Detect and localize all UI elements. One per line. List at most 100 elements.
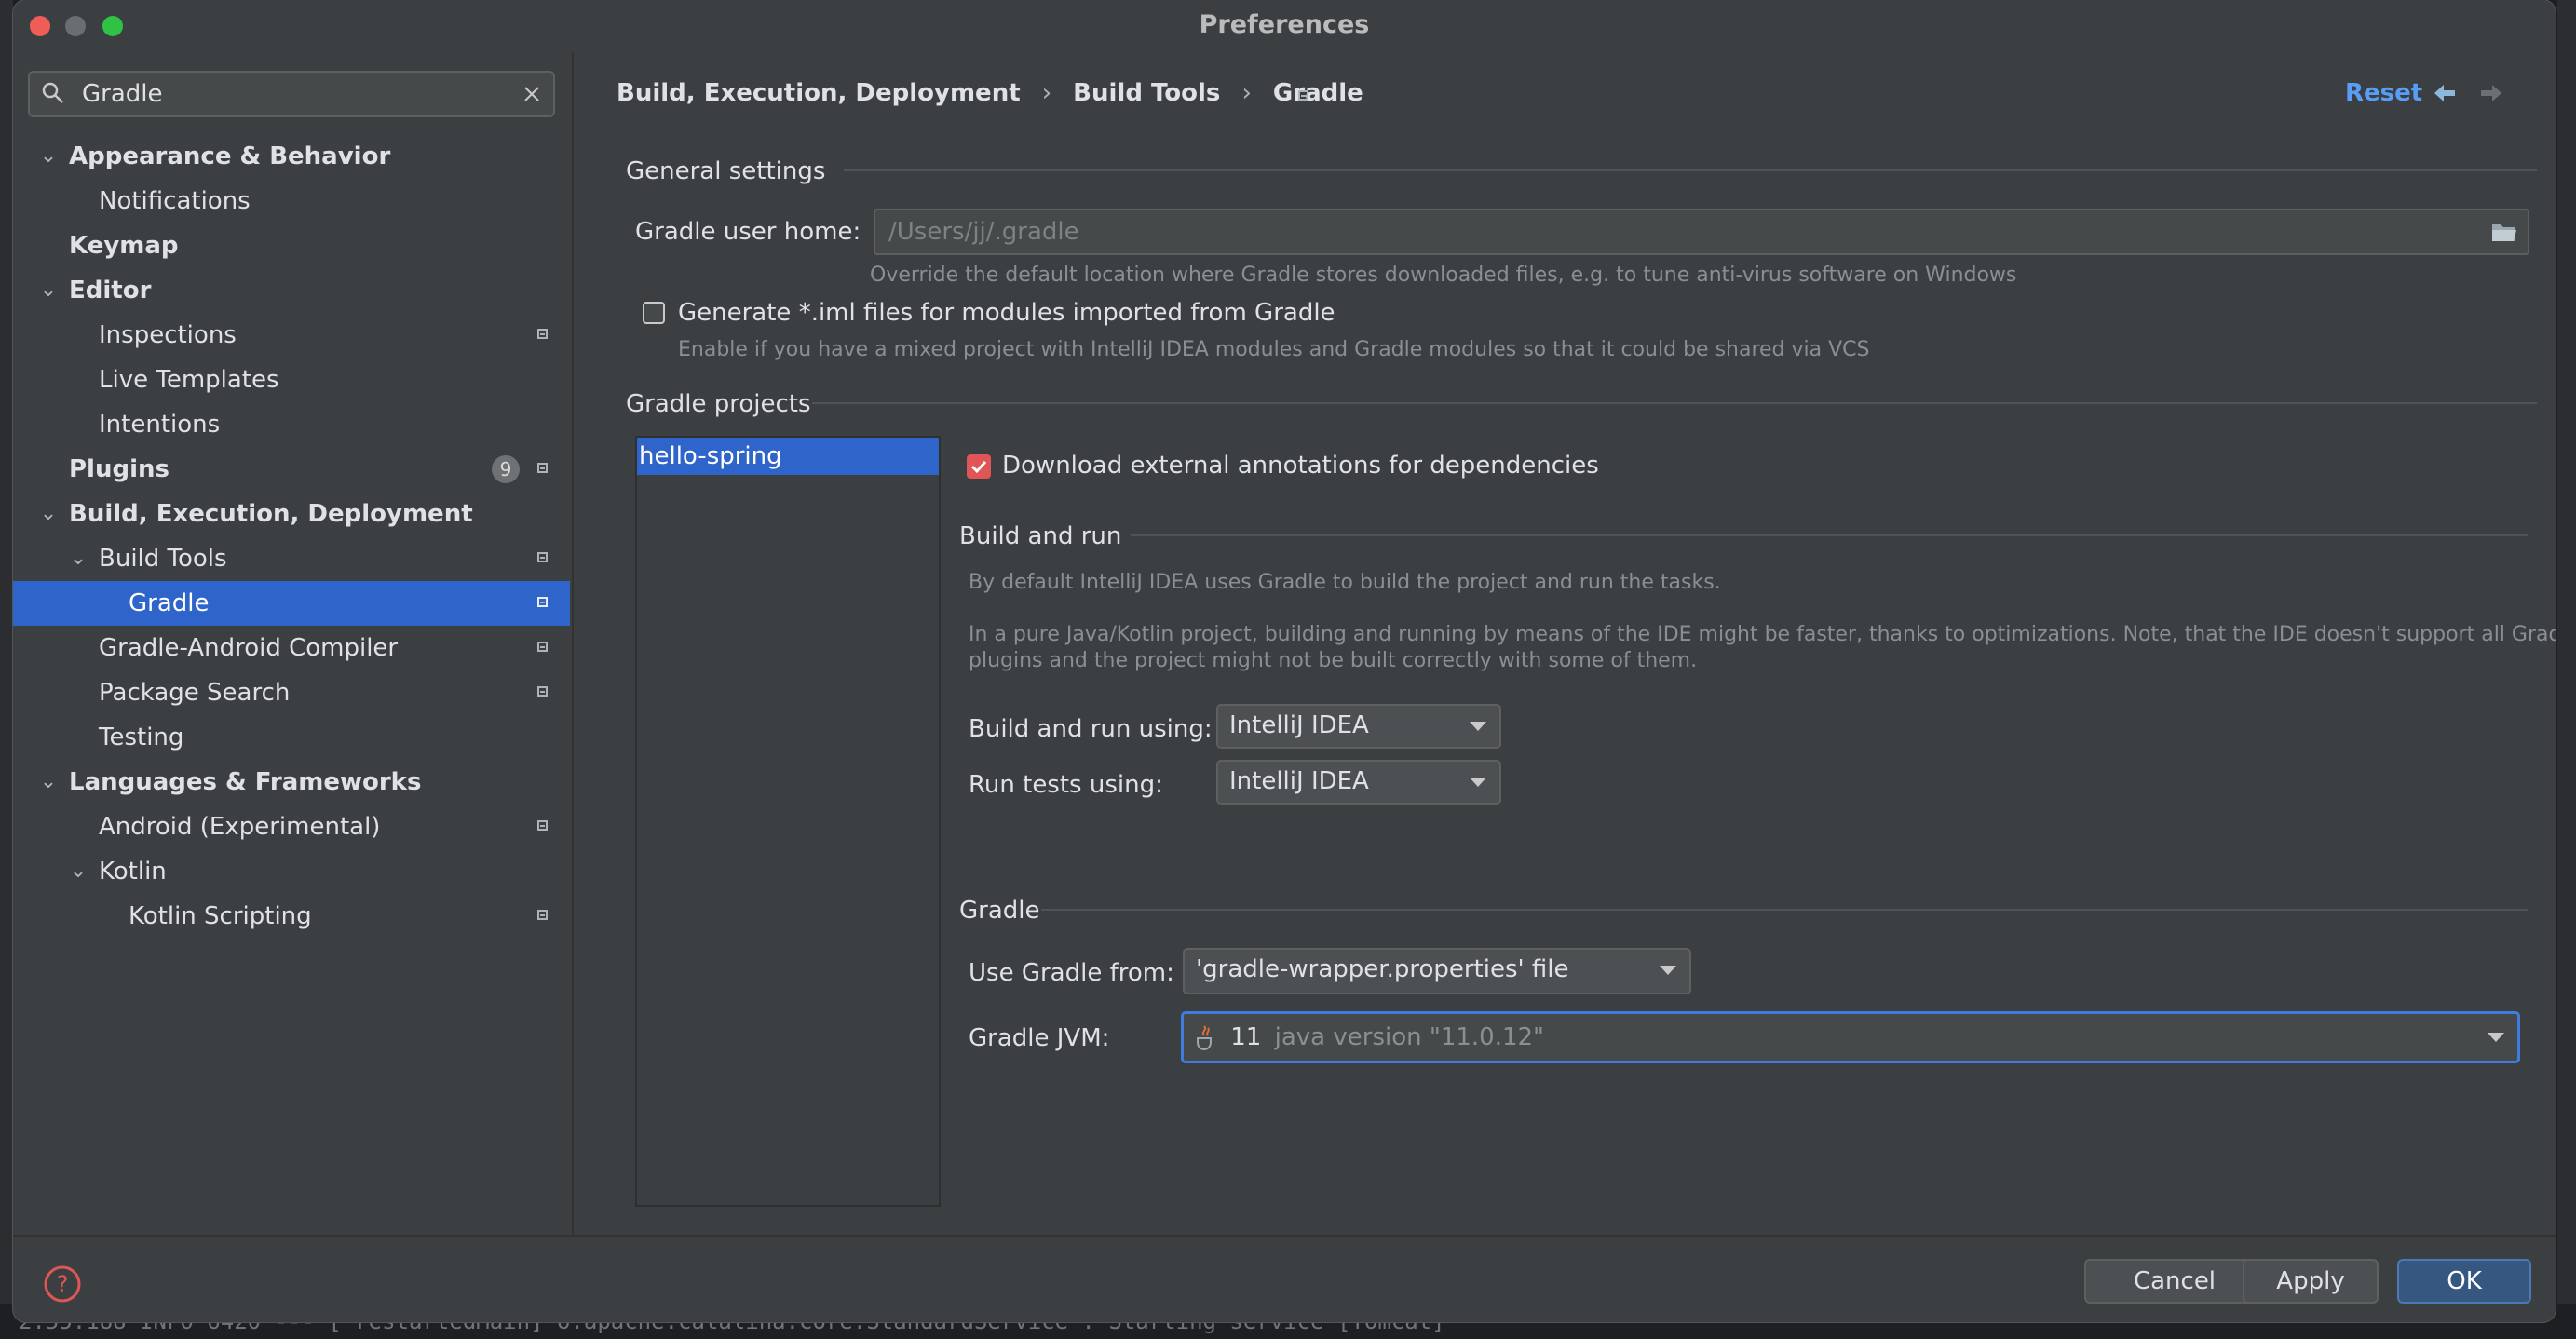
gradle-jvm-select[interactable]: 11 java version "11.0.12" <box>1181 1011 2520 1063</box>
gradle-jvm-detail: java version "11.0.12" <box>1274 1023 1545 1051</box>
project-level-icon <box>537 686 548 697</box>
gradle-jvm-version: 11 <box>1230 1023 1262 1051</box>
breadcrumb-item: Gradle <box>1272 79 1363 107</box>
cancel-button[interactable]: Cancel <box>2084 1259 2265 1304</box>
chevron-down-icon: ⌄ <box>39 278 58 302</box>
download-annotations-label: Download external annotations for depend… <box>1002 452 1599 480</box>
project-name: hello-spring <box>639 442 782 470</box>
use-gradle-from-select[interactable]: 'gradle-wrapper.properties' file <box>1183 948 1691 994</box>
help-icon[interactable]: ? <box>43 1265 82 1304</box>
chevron-down-icon: ⌄ <box>39 144 58 168</box>
clear-search-icon[interactable] <box>523 86 540 102</box>
tree-item-editor[interactable]: ⌄ Editor <box>13 268 570 313</box>
chevron-down-icon: ⌄ <box>69 859 88 883</box>
tree-item-label: Gradle <box>129 589 210 617</box>
breadcrumb-separator-icon: › <box>1241 79 1252 107</box>
tree-item-kotlin[interactable]: ⌄ Kotlin <box>13 849 570 894</box>
tree-item-android-experimental[interactable]: Android (Experimental) <box>13 805 570 849</box>
tree-item-label: Kotlin Scripting <box>129 902 312 930</box>
gradle-projects-title: Gradle projects <box>626 390 811 418</box>
run-tests-using-value: IntelliJ IDEA <box>1229 767 1369 795</box>
tree-item-plugins[interactable]: Plugins 9 <box>13 447 570 492</box>
background-editor-right <box>2557 0 2576 1339</box>
use-gradle-from-label: Use Gradle from: <box>969 959 1174 987</box>
tree-item-label: Build Tools <box>99 545 227 573</box>
tree-item-label: Intentions <box>99 411 221 439</box>
tree-item-package-search[interactable]: Package Search <box>13 670 570 715</box>
svg-text:?: ? <box>57 1271 69 1297</box>
run-tests-using-select[interactable]: IntelliJ IDEA <box>1216 760 1501 805</box>
dropdown-arrow-icon <box>1660 966 1676 975</box>
tree-item-label: Android (Experimental) <box>99 813 381 841</box>
tree-item-testing[interactable]: Testing <box>13 715 570 760</box>
tree-item-notifications[interactable]: Notifications <box>13 179 570 223</box>
tree-item-label: Languages & Frameworks <box>69 768 422 796</box>
build-and-run-title: Build and run <box>959 522 1122 550</box>
tree-item-label: Live Templates <box>99 366 279 394</box>
tree-item-label: Gradle-Android Compiler <box>99 634 399 662</box>
section-divider <box>812 402 2537 404</box>
generate-iml-checkbox[interactable] <box>643 302 665 324</box>
tree-item-label: Keymap <box>69 232 179 260</box>
tree-item-gradle[interactable]: Gradle <box>13 581 570 626</box>
use-gradle-from-value: 'gradle-wrapper.properties' file <box>1196 955 1569 983</box>
chevron-down-icon: ⌄ <box>69 547 88 570</box>
reset-link[interactable]: Reset <box>2345 74 2422 112</box>
build-run-using-value: IntelliJ IDEA <box>1229 711 1369 739</box>
back-arrow-icon[interactable] <box>2433 82 2457 104</box>
chevron-down-icon: ⌄ <box>39 770 58 793</box>
tree-item-label: Inspections <box>99 321 237 349</box>
tree-item-build-tools[interactable]: ⌄ Build Tools <box>13 536 570 581</box>
tree-item-languages-frameworks[interactable]: ⌄ Languages & Frameworks <box>13 760 570 805</box>
ok-button[interactable]: OK <box>2397 1259 2531 1304</box>
build-run-note-line2: plugins and the project might not be bui… <box>969 649 1698 672</box>
breadcrumb-item[interactable]: Build Tools <box>1073 79 1220 107</box>
maximize-window-button[interactable] <box>102 16 123 36</box>
tree-item-label: Build, Execution, Deployment <box>69 500 473 528</box>
tree-item-inspections[interactable]: Inspections <box>13 313 570 358</box>
tree-item-label: Editor <box>69 277 152 304</box>
background-editor-left <box>0 0 13 1339</box>
tree-item-label: Testing <box>99 724 184 751</box>
project-level-icon <box>537 910 548 920</box>
minimize-window-button[interactable] <box>65 16 86 36</box>
project-level-icon <box>537 329 548 339</box>
settings-search[interactable]: Gradle <box>28 71 555 117</box>
chevron-down-icon: ⌄ <box>39 502 58 525</box>
generate-iml-hint: Enable if you have a mixed project with … <box>678 338 1870 361</box>
generate-iml-label: Generate *.iml files for modules importe… <box>678 299 1335 327</box>
forward-arrow-icon[interactable] <box>2479 82 2503 104</box>
gradle-section-title: Gradle <box>959 897 1040 925</box>
folder-icon[interactable] <box>2490 220 2518 244</box>
download-annotations-checkbox[interactable] <box>967 454 991 479</box>
project-level-icon <box>537 463 548 473</box>
close-window-button[interactable] <box>30 16 50 36</box>
tree-item-label: Plugins <box>69 455 169 483</box>
gradle-jvm-label: Gradle JVM: <box>969 1024 1110 1052</box>
build-run-using-select[interactable]: IntelliJ IDEA <box>1216 704 1501 749</box>
tree-item-kotlin-scripting[interactable]: Kotlin Scripting <box>13 894 570 939</box>
gradle-projects-list[interactable]: hello-spring <box>635 436 941 1207</box>
tree-item-build-execution-deployment[interactable]: ⌄ Build, Execution, Deployment <box>13 492 570 536</box>
breadcrumb-separator-icon: › <box>1041 79 1052 107</box>
project-level-icon <box>537 820 548 831</box>
tree-item-label: Kotlin <box>99 858 167 886</box>
dialog-footer: ? Cancel Apply OK <box>13 1235 2556 1322</box>
project-level-icon <box>1298 90 1308 101</box>
tree-item-appearance-behavior[interactable]: ⌄ Appearance & Behavior <box>13 134 570 179</box>
tree-item-keymap[interactable]: Keymap <box>13 223 570 268</box>
search-input[interactable]: Gradle <box>82 73 163 115</box>
apply-button[interactable]: Apply <box>2243 1259 2379 1304</box>
settings-sidebar: Gradle ⌄ Appearance & Behavior Notificat… <box>13 52 574 1235</box>
gradle-user-home-field[interactable]: /Users/jj/.gradle <box>874 209 2529 255</box>
breadcrumb-item[interactable]: Build, Execution, Deployment <box>617 79 1021 107</box>
window-title: Preferences <box>1199 10 1370 39</box>
breadcrumb: Build, Execution, Deployment › Build Too… <box>617 74 1363 112</box>
tree-item-live-templates[interactable]: Live Templates <box>13 358 570 402</box>
plugins-update-badge: 9 <box>492 455 520 483</box>
tree-item-intentions[interactable]: Intentions <box>13 402 570 447</box>
section-divider <box>844 169 2537 171</box>
gradle-user-home-hint: Override the default location where Grad… <box>870 264 2017 287</box>
list-item[interactable]: hello-spring <box>637 438 939 475</box>
tree-item-gradle-android-compiler[interactable]: Gradle-Android Compiler <box>13 626 570 670</box>
